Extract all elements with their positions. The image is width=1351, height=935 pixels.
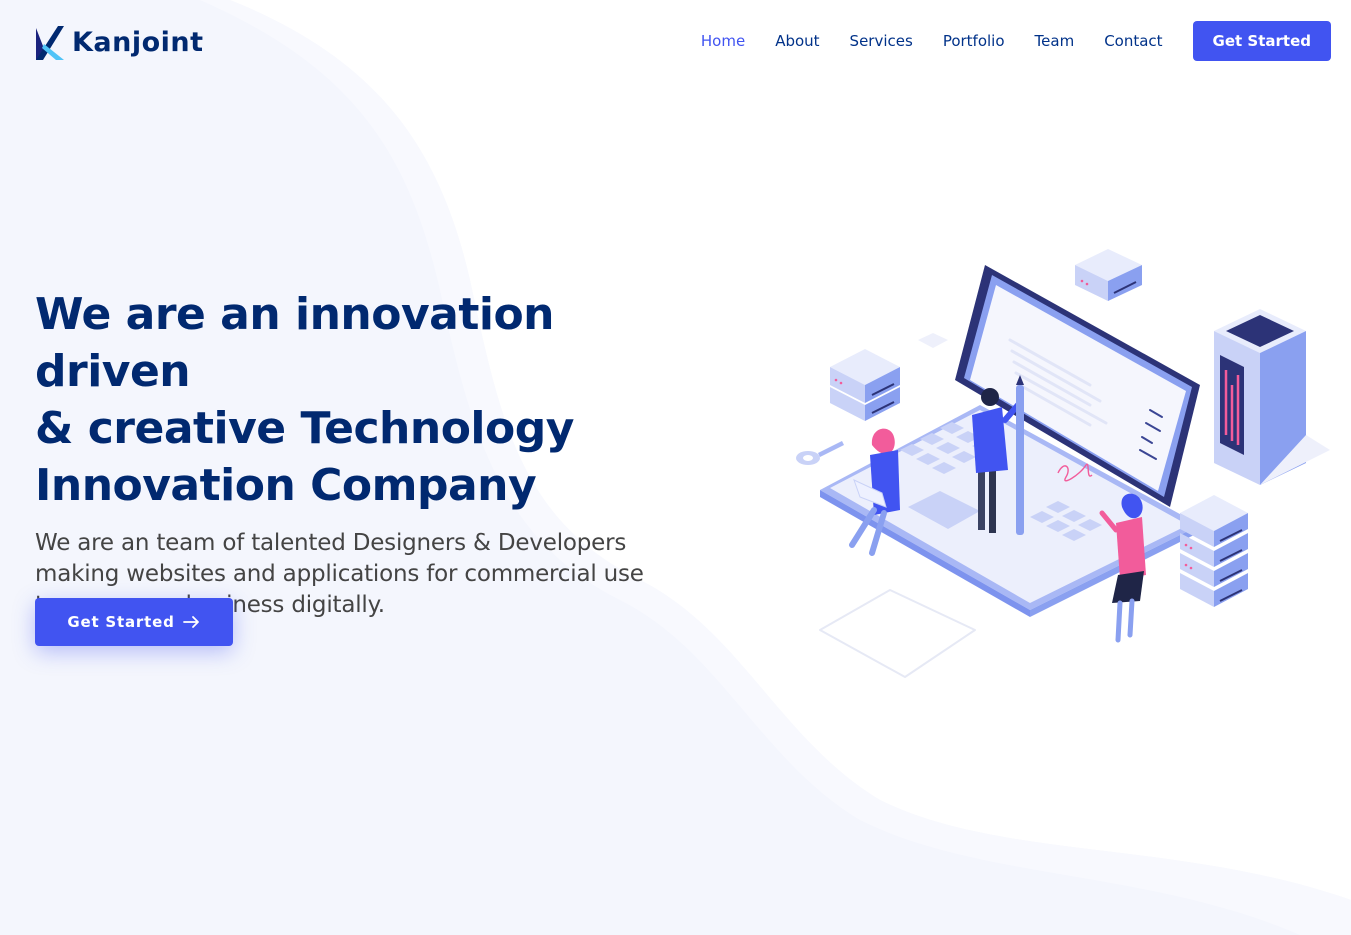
hero-illustration [796, 249, 1330, 678]
get-started-nav-button[interactable]: Get Started [1192, 21, 1331, 61]
nav-contact[interactable]: Contact [1104, 21, 1162, 61]
nav-services[interactable]: Services [850, 21, 913, 61]
server-stack-left-icon [830, 349, 900, 421]
site-header: Kanjoint Home About Services Portfolio T… [0, 0, 1351, 82]
hero-button-label: Get Started [67, 613, 175, 631]
brand-name: Kanjoint [72, 26, 204, 58]
nav-about[interactable]: About [775, 21, 819, 61]
hero-subtitle-line: making websites and applications for com… [35, 561, 644, 587]
hero-title-line: & creative Technology [35, 403, 574, 454]
hero-title-line: Innovation Company [35, 460, 537, 511]
nav-portfolio[interactable]: Portfolio [943, 21, 1005, 61]
hero-title: We are an innovation driven & creative T… [35, 286, 675, 514]
server-top-icon [1075, 249, 1142, 301]
hero-title-line: We are an innovation driven [35, 289, 555, 397]
server-stack-right-icon [1180, 495, 1248, 607]
arrow-right-icon [182, 616, 199, 628]
server-tower-icon [1214, 309, 1330, 485]
get-started-hero-button[interactable]: Get Started [35, 598, 233, 646]
main-nav: Home About Services Portfolio Team Conta… [671, 21, 1331, 61]
brand-logo[interactable]: Kanjoint [34, 22, 204, 62]
hero-section: We are an innovation driven & creative T… [35, 286, 675, 621]
kanjoint-logo-icon [36, 26, 64, 60]
key-icon [796, 441, 844, 465]
nav-home[interactable]: Home [701, 21, 745, 61]
hero-subtitle-line: We are an team of talented Designers & D… [35, 530, 627, 556]
nav-team[interactable]: Team [1035, 21, 1075, 61]
